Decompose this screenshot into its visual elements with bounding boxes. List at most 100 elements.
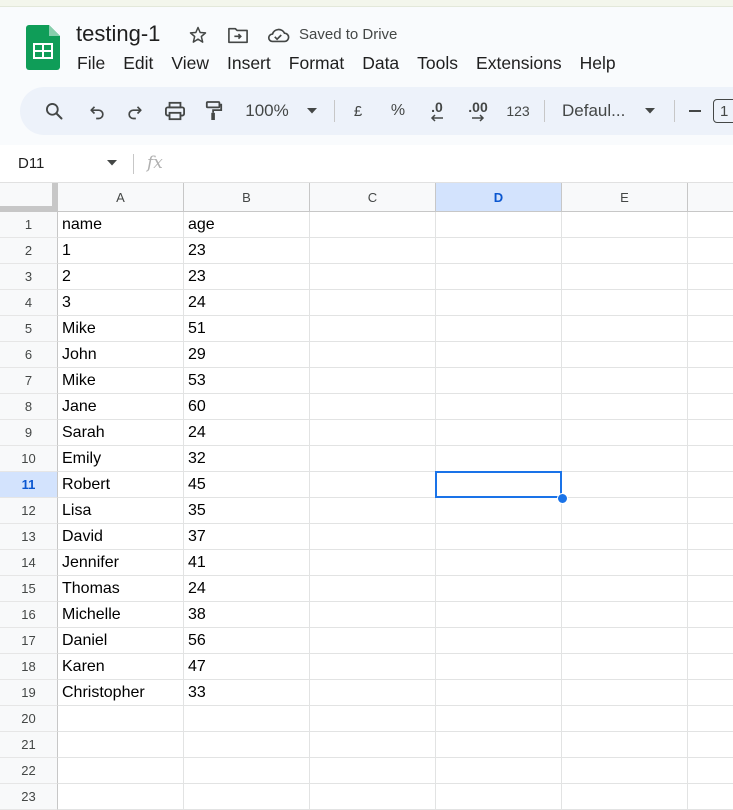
fill-handle[interactable] [557,493,568,504]
cell-b18[interactable]: 47 [184,654,310,680]
active-cell-selection[interactable] [435,471,562,498]
cell-b15[interactable]: 24 [184,576,310,602]
row-header-4[interactable]: 4 [0,290,58,316]
column-header-e[interactable]: E [562,183,688,212]
cell-a22[interactable] [58,758,184,784]
move-folder-icon[interactable] [227,24,249,46]
cell-b2[interactable]: 23 [184,238,310,264]
caret-down-icon[interactable] [106,159,118,167]
cell-a10[interactable]: Emily [58,446,184,472]
font-dropdown-caret[interactable] [640,87,660,135]
star-icon[interactable] [187,24,209,46]
row-header-7[interactable]: 7 [0,368,58,394]
cell-b22[interactable] [184,758,310,784]
cell-a4[interactable]: 3 [58,290,184,316]
cell-a13[interactable]: David [58,524,184,550]
cell-a14[interactable]: Jennifer [58,550,184,576]
row-header-2[interactable]: 2 [0,238,58,264]
cell-b14[interactable]: 41 [184,550,310,576]
row-header-11[interactable]: 11 [0,472,58,498]
row-header-21[interactable]: 21 [0,732,58,758]
cell-b7[interactable]: 53 [184,368,310,394]
cell-a1[interactable]: name [58,212,184,238]
cell-a16[interactable]: Michelle [58,602,184,628]
row-header-18[interactable]: 18 [0,654,58,680]
menu-data[interactable]: Data [353,52,408,74]
cell-b12[interactable]: 35 [184,498,310,524]
cell-a19[interactable]: Christopher [58,680,184,706]
column-header-b[interactable]: B [184,183,310,212]
cell-a18[interactable]: Karen [58,654,184,680]
menu-view[interactable]: View [162,52,218,74]
cell-b9[interactable]: 24 [184,420,310,446]
cell-a7[interactable]: Mike [58,368,184,394]
cell-a8[interactable]: Jane [58,394,184,420]
undo-button[interactable] [82,87,112,135]
row-header-6[interactable]: 6 [0,342,58,368]
search-menus-button[interactable] [34,87,74,135]
menu-file[interactable]: File [68,52,114,74]
menu-insert[interactable]: Insert [218,52,280,74]
print-button[interactable] [159,87,191,135]
row-header-14[interactable]: 14 [0,550,58,576]
cell-b1[interactable]: age [184,212,310,238]
cell-a3[interactable]: 2 [58,264,184,290]
percent-format-button[interactable]: % [384,87,412,135]
cell-a20[interactable] [58,706,184,732]
paint-format-button[interactable] [200,87,228,135]
menu-tools[interactable]: Tools [408,52,467,74]
cell-a23[interactable] [58,784,184,810]
cell-b5[interactable]: 51 [184,316,310,342]
cell-b23[interactable] [184,784,310,810]
zoom-dropdown-caret[interactable] [302,87,322,135]
cell-b11[interactable]: 45 [184,472,310,498]
menu-extensions[interactable]: Extensions [467,52,571,74]
number-format-button[interactable]: 123 [502,87,534,135]
column-header-partial[interactable] [688,183,733,212]
cell-a5[interactable]: Mike [58,316,184,342]
decrease-decimal-button[interactable]: .0 [422,87,452,135]
row-header-13[interactable]: 13 [0,524,58,550]
cell-b3[interactable]: 23 [184,264,310,290]
row-header-19[interactable]: 19 [0,680,58,706]
column-header-d[interactable]: D [436,183,562,212]
column-header-a[interactable]: A [58,183,184,212]
row-header-22[interactable]: 22 [0,758,58,784]
formula-input[interactable] [180,151,720,175]
row-header-15[interactable]: 15 [0,576,58,602]
cell-a17[interactable]: Daniel [58,628,184,654]
cell-b6[interactable]: 29 [184,342,310,368]
freeze-row-handle[interactable] [0,206,57,211]
cell-b20[interactable] [184,706,310,732]
cell-b4[interactable]: 24 [184,290,310,316]
currency-format-button[interactable]: £ [344,87,372,135]
cell-a2[interactable]: 1 [58,238,184,264]
cell-b19[interactable]: 33 [184,680,310,706]
cell-b13[interactable]: 37 [184,524,310,550]
row-header-3[interactable]: 3 [0,264,58,290]
menu-help[interactable]: Help [571,52,625,74]
row-header-20[interactable]: 20 [0,706,58,732]
row-header-10[interactable]: 10 [0,446,58,472]
row-header-12[interactable]: 12 [0,498,58,524]
row-header-17[interactable]: 17 [0,628,58,654]
row-header-16[interactable]: 16 [0,602,58,628]
row-header-23[interactable]: 23 [0,784,58,810]
cell-b8[interactable]: 60 [184,394,310,420]
cell-b10[interactable]: 32 [184,446,310,472]
cell-a15[interactable]: Thomas [58,576,184,602]
cell-b17[interactable]: 56 [184,628,310,654]
cell-b16[interactable]: 38 [184,602,310,628]
decrease-font-size-button[interactable] [683,87,707,135]
redo-button[interactable] [120,87,150,135]
menu-format[interactable]: Format [280,52,353,74]
menu-edit[interactable]: Edit [114,52,162,74]
column-header-c[interactable]: C [310,183,436,212]
row-header-5[interactable]: 5 [0,316,58,342]
sheets-logo-icon[interactable] [26,25,60,70]
name-box[interactable]: D11 [18,155,44,172]
font-family-select[interactable]: Defaul... [554,87,642,135]
row-header-9[interactable]: 9 [0,420,58,446]
cell-a21[interactable] [58,732,184,758]
cell-b21[interactable] [184,732,310,758]
